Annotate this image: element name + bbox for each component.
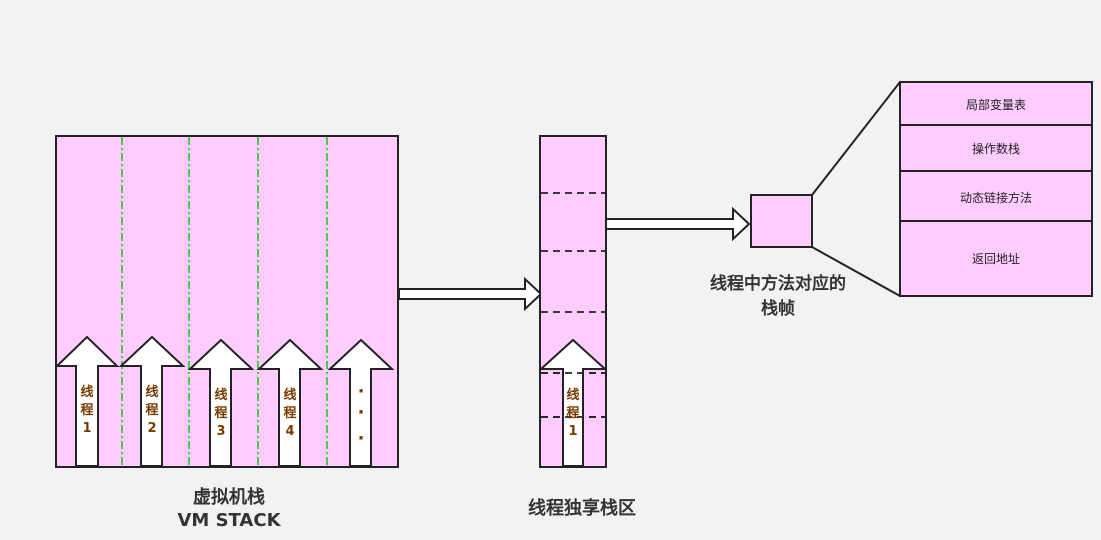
thread-label-char: 2 — [147, 421, 156, 436]
method-frame-label: 线程中方法对应的 — [710, 273, 846, 294]
thread-label-char: 线 — [214, 387, 227, 403]
frame-parts-table: 局部变量表 操作数栈 动态链接方法 返回地址 — [899, 81, 1093, 297]
thread-stack-title: 线程独享栈区 — [528, 497, 636, 519]
jvm-stack-diagram: 线 程 1 线 程 2 线 程 3 线 程 4 · · · 虚拟机栈 VM ST… — [0, 0, 1101, 536]
frame-part-dynamic-link: 动态链接方法 — [960, 190, 1032, 205]
thread-label-char: 线 — [566, 387, 579, 403]
thread-label-char: 程 — [566, 406, 579, 421]
thread-label-char: 1 — [568, 424, 577, 439]
thread-label-char: 程 — [80, 403, 93, 418]
vm-stack-title-en: VM STACK — [177, 510, 281, 531]
ellipsis-dot: · — [358, 428, 365, 449]
zoom-line — [811, 81, 901, 196]
method-frame-group: 线程中方法对应的 栈帧 — [710, 194, 846, 319]
thread-label-char: 3 — [216, 424, 225, 439]
thread-stack-group: 线 程 1 线程独享栈区 — [528, 135, 636, 519]
method-frame-label: 栈帧 — [761, 298, 795, 319]
vm-stack-title-cn: 虚拟机栈 — [193, 486, 265, 508]
thread-label-char: 4 — [285, 424, 294, 439]
thread-label-char: 程 — [214, 406, 227, 421]
ellipsis-dot: · — [358, 381, 365, 402]
vm-stack-group: 线 程 1 线 程 2 线 程 3 线 程 4 · · · 虚拟机栈 VM ST… — [54, 135, 399, 531]
method-frame-box — [750, 194, 813, 248]
thread-label-char: 程 — [145, 403, 158, 418]
thread-label-char: 线 — [145, 384, 158, 400]
frame-part-return-address: 返回地址 — [972, 252, 1020, 266]
thread-label-char: 线 — [283, 387, 296, 403]
thread-label-char: 线 — [80, 384, 93, 400]
thread-label-char: 1 — [82, 421, 91, 436]
ellipsis-dot: · — [358, 402, 365, 423]
frame-part-local-vars: 局部变量表 — [966, 97, 1026, 112]
hollow-right-arrow — [605, 206, 751, 242]
frame-part-operand-stack: 操作数栈 — [972, 141, 1020, 156]
hollow-right-arrow — [398, 276, 543, 312]
thread-label-char: 程 — [283, 406, 296, 421]
